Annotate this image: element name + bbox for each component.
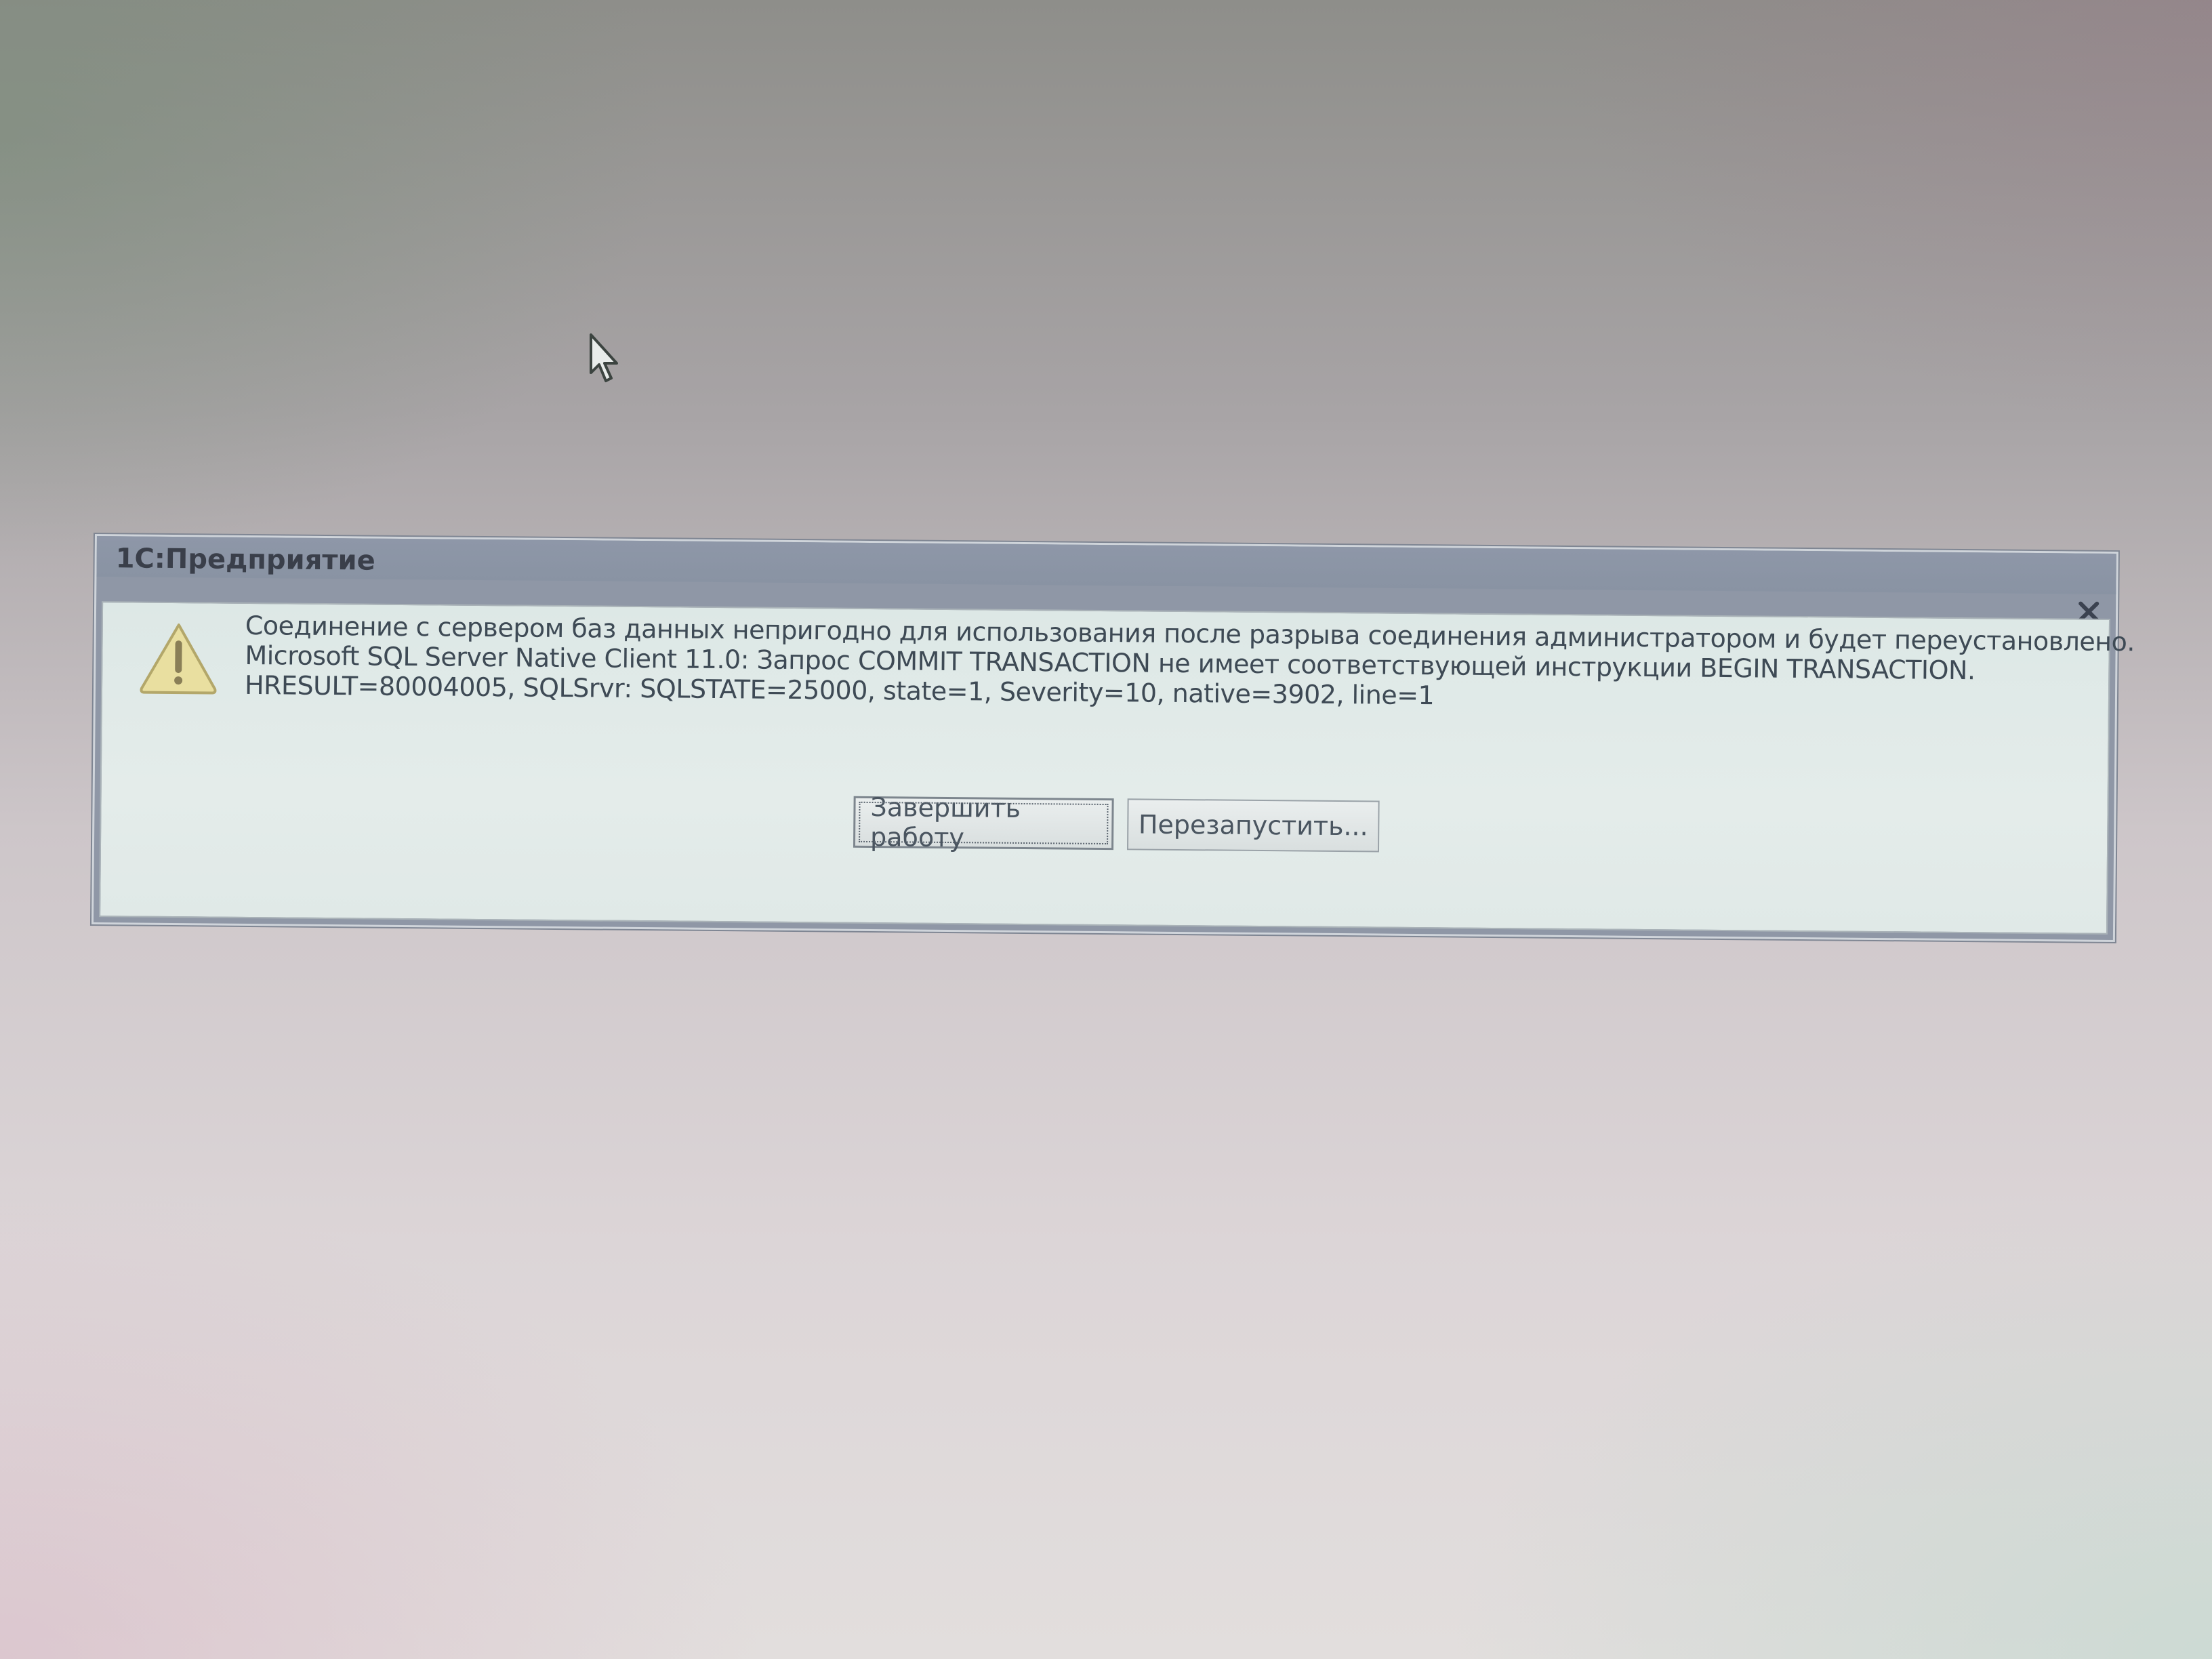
warning-triangle-icon [140, 623, 217, 695]
exit-button[interactable]: Завершить работу [853, 792, 1114, 853]
dialog-title: 1С:Предприятие [115, 543, 375, 577]
mouse-cursor-icon [590, 333, 618, 382]
dialog-titlebar[interactable]: 1С:Предприятие [96, 536, 2116, 595]
dialog-buttons: Завершить работу Перезапустить... [853, 792, 1380, 853]
dialog-body: Соединение с сервером баз данных неприго… [99, 601, 2135, 935]
error-dialog: 1С:Предприятие Соединение с сервером баз… [91, 534, 2135, 943]
error-message: Соединение с сервером баз данных неприго… [245, 611, 2135, 716]
desktop-background: 1С:Предприятие Соединение с сервером баз… [0, 0, 2212, 1659]
restart-button[interactable]: Перезапустить... [1126, 798, 1380, 853]
